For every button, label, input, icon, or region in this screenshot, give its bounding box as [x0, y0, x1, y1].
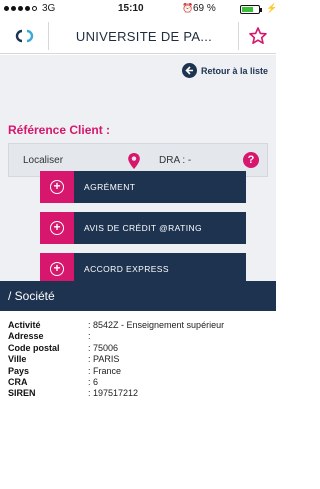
table-row: SIREN : 197517212 — [0, 388, 276, 399]
charging-icon: ⚡ — [266, 3, 278, 13]
battery-fill — [242, 7, 253, 12]
plus-circle-icon: + — [50, 180, 64, 194]
plus-box: + — [40, 212, 74, 244]
back-to-list-link[interactable]: Retour à la liste — [181, 63, 268, 78]
table-row: Adresse : — [0, 331, 276, 342]
page-title: UNIVERSITE DE PA... — [75, 29, 213, 44]
credit-rating-label: AVIS DE CRÉDIT @RATING — [74, 212, 246, 244]
header-divider — [48, 22, 49, 50]
credit-rating-button[interactable]: + AVIS DE CRÉDIT @RATING — [40, 212, 246, 244]
info-key: SIREN — [8, 388, 36, 399]
info-value: : 197517212 — [88, 388, 139, 399]
reference-client-title: Référence Client : — [8, 123, 111, 137]
info-key: Activité — [8, 320, 41, 330]
table-row: Code postal : 75006 — [0, 343, 276, 354]
info-value: : 8542Z - Enseignement supérieur — [88, 320, 225, 330]
status-bar: 3G 15:10 ⏰ 69 % ⚡ — [0, 0, 278, 18]
info-value: : — [88, 331, 91, 342]
table-row: Activité : 8542Z - Enseignement supérieu… — [0, 320, 276, 331]
cd-logo-icon[interactable] — [12, 28, 38, 44]
table-row: Ville : PARIS — [0, 354, 276, 365]
info-value: : 75006 — [88, 342, 119, 353]
info-key: Pays — [8, 365, 30, 376]
info-value: : PARIS — [88, 354, 120, 365]
status-time: 15:10 — [118, 3, 144, 14]
plus-box: + — [40, 171, 74, 203]
star-outline-icon[interactable] — [248, 26, 268, 46]
app-header: UNIVERSITE DE PA... — [0, 18, 276, 54]
info-value: : France — [88, 365, 122, 376]
back-link-label: Retour à la liste — [200, 65, 268, 76]
question-circle-icon[interactable]: ? — [243, 152, 259, 168]
locate-label[interactable]: Localiser — [23, 155, 63, 166]
agrement-button[interactable]: + AGRÉMENT — [40, 171, 246, 203]
societe-section-header: / Société — [0, 281, 276, 311]
info-value: : 6 — [88, 376, 99, 387]
header-divider — [238, 22, 239, 50]
info-key: Code postal — [8, 342, 60, 353]
company-info-table: Activité : 8542Z - Enseignement supérieu… — [0, 311, 276, 489]
arrow-left-circle-icon — [181, 63, 197, 78]
info-key: Adresse — [8, 331, 44, 342]
map-pin-icon[interactable] — [127, 152, 141, 170]
dra-label: DRA : - — [159, 155, 192, 166]
plus-circle-icon: + — [50, 221, 64, 235]
battery-percentage: 69 % — [193, 3, 216, 14]
battery-icon — [240, 5, 262, 14]
signal-strength-icon — [4, 6, 37, 11]
info-key: CRA — [8, 376, 28, 387]
info-key: Ville — [8, 354, 27, 365]
plus-circle-icon: + — [50, 262, 64, 276]
alarm-icon: ⏰ — [182, 3, 194, 13]
table-row: Pays : France — [0, 366, 276, 377]
agrement-label: AGRÉMENT — [74, 171, 246, 203]
carrier-label: 3G — [42, 3, 56, 14]
table-row: CRA : 6 — [0, 377, 276, 388]
